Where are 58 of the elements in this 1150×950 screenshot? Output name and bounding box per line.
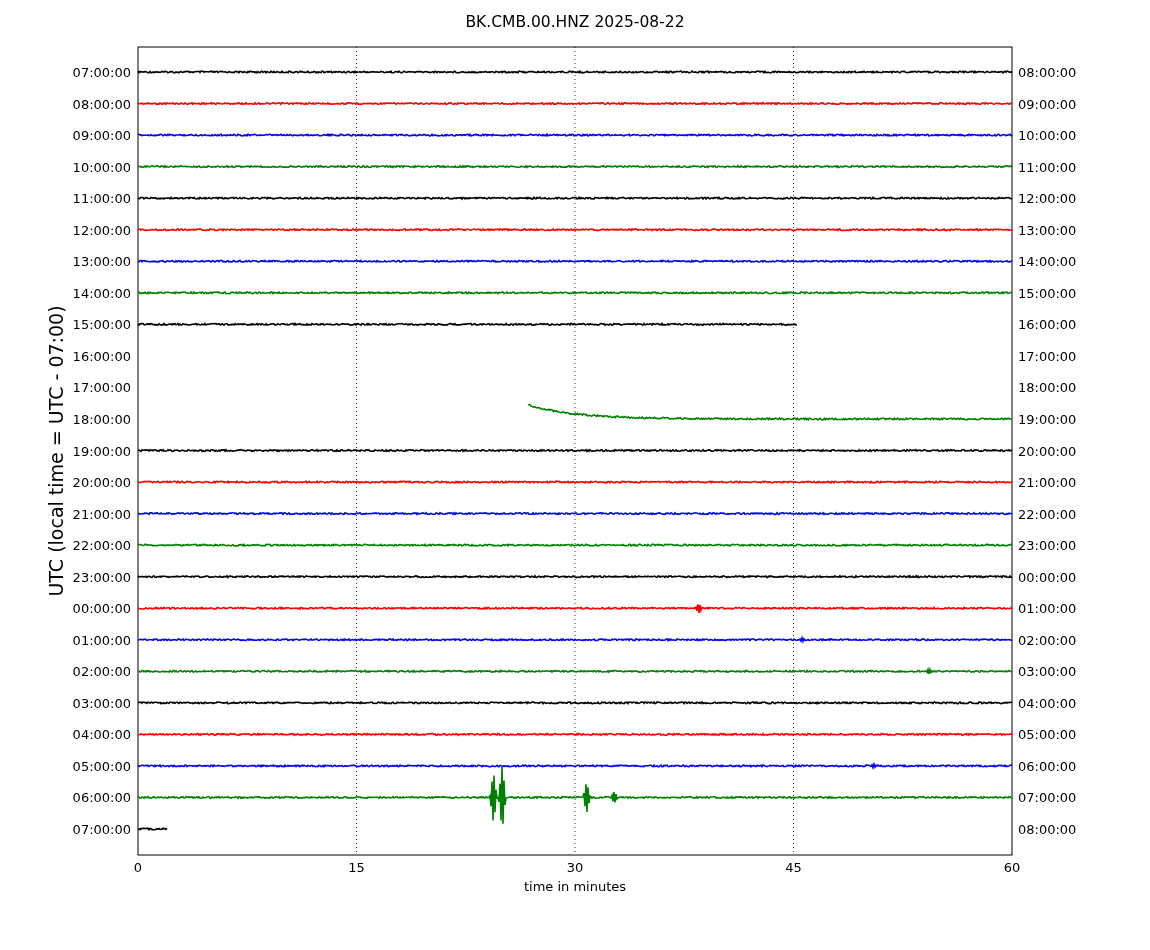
x-tick-label: 30 xyxy=(566,860,584,875)
utc-time-label: 01:00:00 xyxy=(72,632,131,648)
local-time-label: 11:00:00 xyxy=(1018,159,1077,175)
local-time-label: 08:00:00 xyxy=(1018,822,1077,837)
utc-time-label: 02:00:00 xyxy=(72,664,131,680)
local-time-label: 22:00:00 xyxy=(1018,506,1077,522)
local-time-label: 16:00:00 xyxy=(1018,317,1077,333)
local-time-label: 09:00:00 xyxy=(1018,96,1077,112)
local-time-label: 00:00:00 xyxy=(1018,569,1077,585)
local-time-label: 17:00:00 xyxy=(1018,348,1077,364)
utc-time-label: 11:00:00 xyxy=(72,191,131,207)
local-time-label: 20:00:00 xyxy=(1018,443,1077,459)
local-time-label: 19:00:00 xyxy=(1018,411,1077,427)
x-tick-label: 15 xyxy=(348,860,365,875)
y-axis-label: UTC (local time = UTC - 07:00) xyxy=(45,305,67,597)
utc-time-label: 05:00:00 xyxy=(72,758,131,774)
utc-time-label: 23:00:00 xyxy=(72,569,131,585)
local-time-label: 15:00:00 xyxy=(1018,285,1077,301)
utc-time-label: 09:00:00 xyxy=(72,128,131,144)
x-tick-label: 0 xyxy=(133,860,143,875)
x-tick-label: 60 xyxy=(1003,860,1021,875)
local-time-label: 18:00:00 xyxy=(1018,380,1077,396)
local-time-label: 21:00:00 xyxy=(1018,475,1077,491)
chart-title: BK.CMB.00.HNZ 2025-08-22 xyxy=(465,13,685,31)
utc-time-label: 16:00:00 xyxy=(72,348,131,364)
utc-time-label: 15:00:00 xyxy=(72,317,131,333)
utc-time-label: 12:00:00 xyxy=(72,222,131,238)
local-time-label: 23:00:00 xyxy=(1018,538,1077,554)
utc-time-label: 07:00:00 xyxy=(72,822,131,837)
local-time-label: 05:00:00 xyxy=(1018,727,1077,743)
utc-time-label: 08:00:00 xyxy=(72,96,131,112)
local-time-label: 12:00:00 xyxy=(1018,191,1077,207)
utc-time-label: 13:00:00 xyxy=(72,254,131,270)
local-time-label: 01:00:00 xyxy=(1018,601,1077,617)
local-time-label: 04:00:00 xyxy=(1018,695,1077,711)
utc-time-label: 17:00:00 xyxy=(72,380,131,396)
local-time-label: 08:00:00 xyxy=(1018,65,1077,80)
utc-time-label: 03:00:00 xyxy=(72,695,131,711)
utc-time-label: 19:00:00 xyxy=(72,443,131,459)
utc-time-label: 00:00:00 xyxy=(72,601,131,617)
utc-time-label: 21:00:00 xyxy=(72,506,131,522)
utc-time-label: 06:00:00 xyxy=(72,790,131,806)
local-time-label: 07:00:00 xyxy=(1018,790,1077,806)
local-time-label: 06:00:00 xyxy=(1018,758,1077,774)
local-time-label: 03:00:00 xyxy=(1018,664,1077,680)
utc-time-label: 14:00:00 xyxy=(72,285,131,301)
utc-time-label: 22:00:00 xyxy=(72,538,131,554)
local-time-label: 10:00:00 xyxy=(1018,128,1077,144)
local-time-label: 13:00:00 xyxy=(1018,222,1077,238)
x-axis-label: time in minutes xyxy=(523,879,627,894)
utc-time-label: 04:00:00 xyxy=(72,727,131,743)
utc-time-label: 10:00:00 xyxy=(72,159,131,175)
local-time-label: 02:00:00 xyxy=(1018,632,1077,648)
utc-time-label: 07:00:00 xyxy=(72,65,131,80)
local-time-label: 14:00:00 xyxy=(1018,254,1077,270)
x-tick-label: 45 xyxy=(785,860,802,875)
utc-time-label: 20:00:00 xyxy=(72,475,131,491)
utc-time-label: 18:00:00 xyxy=(72,411,131,427)
